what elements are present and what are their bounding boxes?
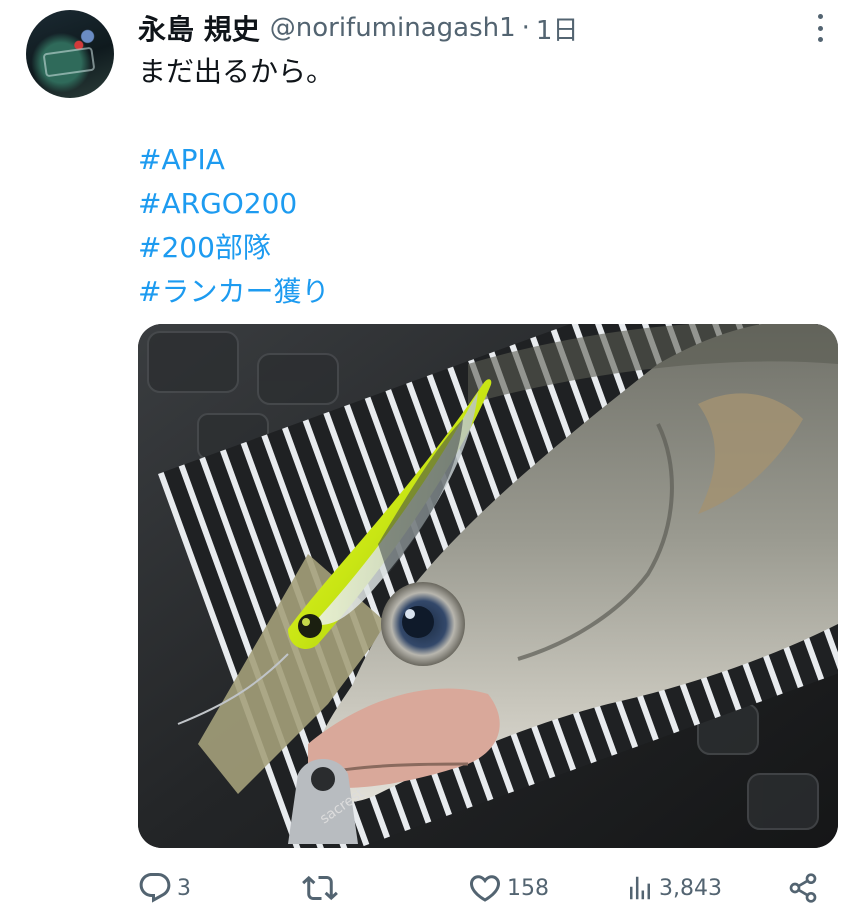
- separator-dot: ·: [521, 13, 530, 43]
- views-icon: [630, 876, 650, 900]
- reply-button[interactable]: 3: [137, 866, 191, 910]
- reply-count: 3: [177, 875, 191, 901]
- tweet: 永島 規史 @norifuminagash1 · 1日 まだ出るから。 #API…: [0, 0, 864, 917]
- share-icon: [789, 873, 817, 903]
- hashtag-argo200[interactable]: #ARGO200: [138, 182, 838, 226]
- like-button[interactable]: 158: [467, 866, 549, 910]
- avatar[interactable]: [26, 10, 114, 98]
- share-button[interactable]: [787, 866, 819, 910]
- tweet-text: まだ出るから。 #APIA #ARGO200 #200部隊 #ランカー獲り: [138, 50, 838, 314]
- like-icon: [469, 875, 501, 902]
- retweet-icon: [302, 875, 338, 901]
- user-handle[interactable]: @norifuminagash1: [270, 13, 516, 43]
- tweet-header: 永島 規史 @norifuminagash1 · 1日: [138, 8, 578, 48]
- views-button[interactable]: 3,843: [625, 866, 722, 910]
- timestamp[interactable]: 1日: [536, 10, 579, 47]
- hashtag-apia[interactable]: #APIA: [138, 138, 838, 182]
- retweet-button[interactable]: [302, 866, 338, 910]
- display-name[interactable]: 永島 規史: [138, 8, 260, 48]
- like-count: 158: [507, 875, 549, 901]
- view-count: 3,843: [659, 875, 722, 901]
- reply-icon: [139, 873, 171, 903]
- hashtag-200-butai[interactable]: #200部隊: [138, 226, 838, 270]
- more-icon[interactable]: [806, 12, 834, 44]
- tweet-text-line: まだ出るから。: [138, 55, 335, 88]
- fish-photo-illustration: sacrest: [138, 324, 838, 848]
- hashtag-lunker[interactable]: #ランカー獲り: [138, 270, 838, 314]
- tweet-photo[interactable]: sacrest: [138, 324, 838, 848]
- action-bar: 3 158 3,843: [0, 866, 864, 910]
